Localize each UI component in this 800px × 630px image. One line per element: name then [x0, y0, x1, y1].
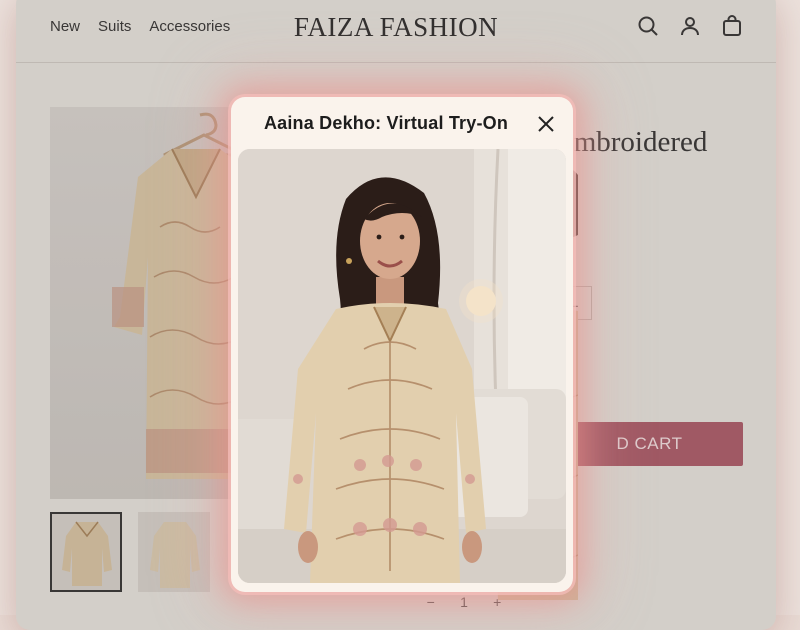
account-icon[interactable]: [678, 14, 702, 38]
header-icons: [636, 14, 744, 38]
cart-icon[interactable]: [720, 14, 744, 38]
product-title: Embroidered: [556, 126, 708, 158]
try-on-preview-image: [238, 149, 566, 583]
modal-title: Aaina Dekho: Virtual Try-On: [263, 113, 509, 133]
close-icon: [538, 116, 554, 132]
add-to-cart-button[interactable]: D CART: [556, 422, 743, 466]
thumbnail-1[interactable]: [50, 512, 122, 592]
virtual-try-on-modal: Aaina Dekho: Virtual Try-On: [231, 97, 573, 592]
quantity-decrease-button[interactable]: −: [427, 594, 435, 610]
site-header: New Suits Accessories FAIZA FASHION: [16, 0, 776, 63]
close-button[interactable]: [533, 111, 559, 137]
search-icon[interactable]: [636, 14, 660, 38]
product-main-image[interactable]: [50, 107, 245, 499]
kurta-on-hanger-image: [112, 112, 245, 479]
thumbnail-2[interactable]: [138, 512, 210, 592]
quantity-value: 1: [460, 594, 468, 610]
